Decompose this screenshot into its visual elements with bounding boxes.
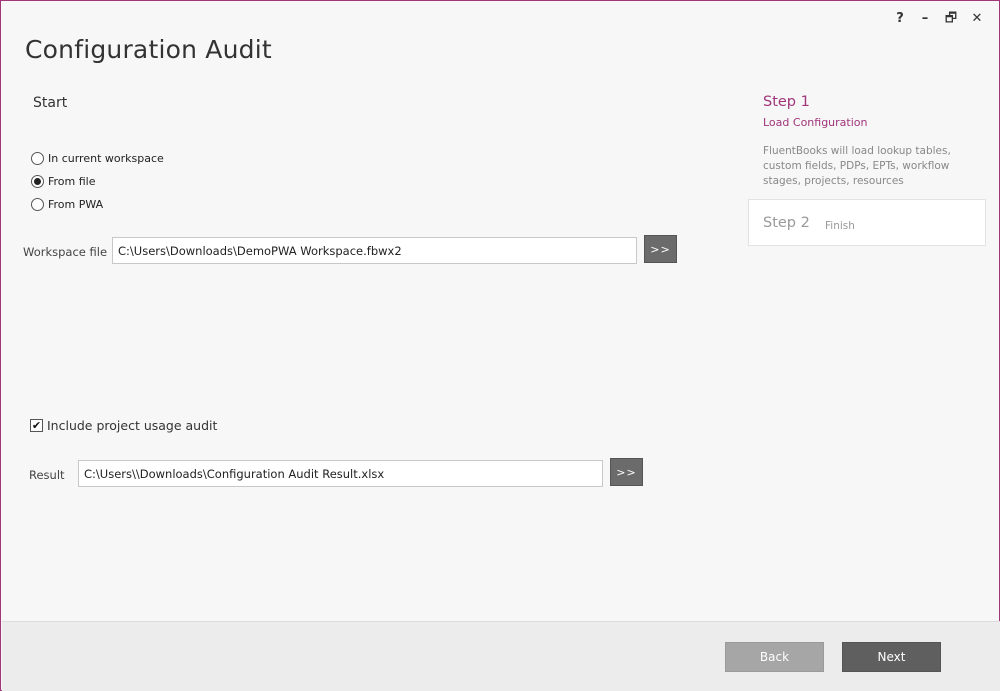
wizard-window: ? – 🗗 ✕ Configuration Audit Start In cur… — [0, 0, 1000, 691]
workspace-file-input[interactable] — [112, 237, 637, 264]
restore-icon[interactable]: 🗗 — [942, 11, 960, 27]
minimize-icon[interactable]: – — [916, 11, 934, 27]
radio-from-file[interactable]: From file — [31, 173, 96, 189]
result-label: Result — [29, 468, 65, 482]
radio-label: From PWA — [48, 197, 104, 211]
step2-subtitle: Finish — [825, 220, 855, 232]
radio-from-pwa[interactable]: From PWA — [31, 196, 103, 212]
include-usage-checkbox-row[interactable]: ✔ Include project usage audit — [30, 416, 217, 434]
include-usage-label: Include project usage audit — [47, 417, 218, 433]
step1-description: FluentBooks will load lookup tables, cus… — [763, 145, 951, 187]
radio-button[interactable] — [31, 151, 44, 165]
result-browse-button[interactable]: >> — [610, 458, 643, 486]
workspace-file-label: Workspace file — [23, 245, 108, 259]
next-button[interactable]: Next — [842, 642, 941, 672]
section-title: Start — [33, 95, 68, 111]
help-icon[interactable]: ? — [891, 11, 909, 27]
back-button[interactable]: Back — [725, 642, 824, 672]
radio-label: In current workspace — [48, 151, 164, 165]
result-input[interactable] — [78, 460, 603, 487]
step2-title: Step 2 — [763, 215, 810, 231]
close-icon[interactable]: ✕ — [968, 11, 986, 27]
radio-label: From file — [48, 174, 96, 188]
radio-button[interactable] — [31, 197, 44, 211]
radio-button[interactable] — [31, 174, 44, 188]
footer-bar: Back Next — [2, 621, 1000, 691]
step1-title: Step 1 — [763, 94, 810, 110]
workspace-browse-button[interactable]: >> — [644, 235, 677, 263]
step1-subtitle: Load Configuration — [763, 116, 868, 129]
page-title: Configuration Audit — [25, 35, 272, 64]
radio-in-current-workspace[interactable]: In current workspace — [31, 150, 164, 166]
step2-panel: Step 2 Finish — [748, 199, 986, 246]
include-usage-checkbox[interactable]: ✔ — [30, 418, 43, 432]
